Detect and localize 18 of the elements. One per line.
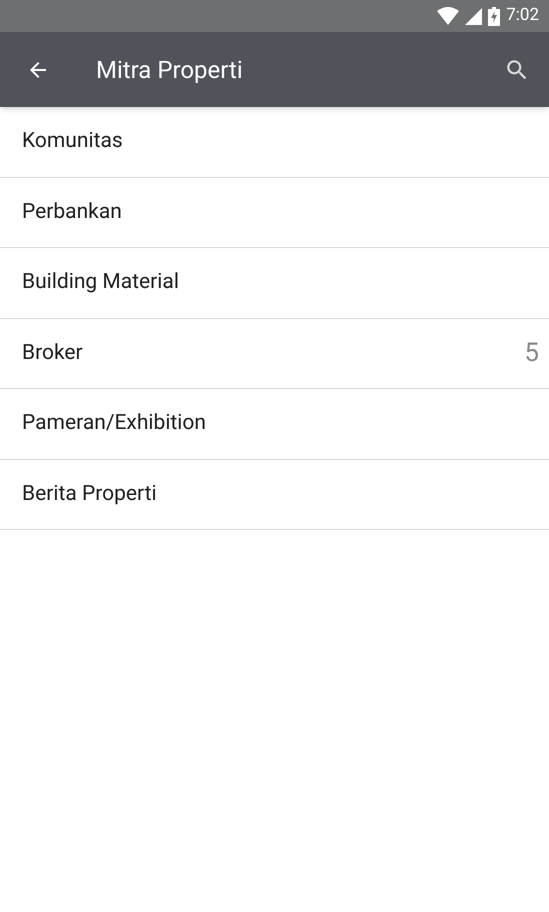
item-label: Pameran/Exhibition xyxy=(22,410,207,437)
list-item[interactable]: Komunitas xyxy=(0,107,549,178)
item-label: Komunitas xyxy=(22,128,124,155)
status-time: 7:02 xyxy=(506,4,539,28)
list-item[interactable]: Pameran/Exhibition xyxy=(0,389,549,460)
list-item[interactable]: Building Material xyxy=(0,248,549,318)
list-item[interactable]: Broker 5 xyxy=(0,318,549,389)
wifi-icon xyxy=(437,7,460,25)
battery-charging-icon xyxy=(488,6,500,26)
item-label: Berita Properti xyxy=(22,480,158,508)
item-label: Perbankan xyxy=(22,198,123,226)
app-bar-title: Mitra Properti xyxy=(96,54,244,86)
signal-icon xyxy=(465,8,482,24)
list-item[interactable]: Perbankan xyxy=(0,178,549,248)
list-item[interactable]: Berita Properti xyxy=(0,460,549,530)
item-count: 5 xyxy=(524,336,539,370)
item-label: Building Material xyxy=(22,269,180,296)
item-label: Broker xyxy=(22,340,84,366)
